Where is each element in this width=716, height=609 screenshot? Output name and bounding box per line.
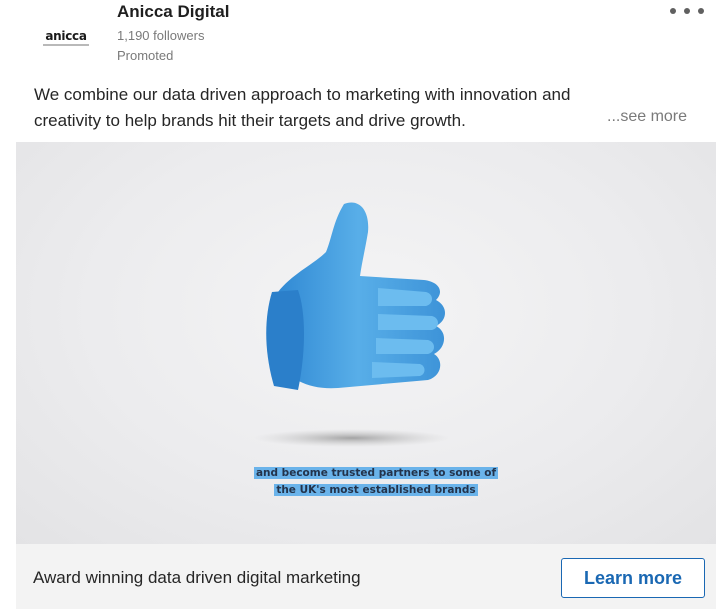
company-logo[interactable]: anicca <box>30 18 102 58</box>
logo-tagline-rule <box>43 44 89 46</box>
follower-count: 1,190 followers <box>117 28 205 43</box>
dot <box>698 8 704 14</box>
promoted-label: Promoted <box>117 48 174 63</box>
logo-wordmark: anicca <box>45 29 87 43</box>
post-text-line: We combine our data driven approach to m… <box>34 85 571 104</box>
caption-line: and become trusted partners to some of <box>253 467 499 479</box>
ad-footer: Award winning data driven digital market… <box>16 544 716 609</box>
video-caption: and become trusted partners to some of t… <box>244 465 508 499</box>
more-options-icon[interactable] <box>670 2 704 20</box>
post-header: anicca Anicca Digital 1,190 followers Pr… <box>0 0 716 82</box>
dot <box>684 8 690 14</box>
ad-headline[interactable]: Award winning data driven digital market… <box>33 568 361 588</box>
dot <box>670 8 676 14</box>
caption-line: the UK's most established brands <box>274 484 478 496</box>
post-text-line: creativity to help brands hit their targ… <box>34 111 466 130</box>
company-name[interactable]: Anicca Digital <box>117 2 229 22</box>
learn-more-button[interactable]: Learn more <box>561 558 705 598</box>
post-text: We combine our data driven approach to m… <box>34 82 702 134</box>
ad-media[interactable]: and become trusted partners to some of t… <box>16 142 716 544</box>
see-more-link[interactable]: ...see more <box>607 108 687 126</box>
